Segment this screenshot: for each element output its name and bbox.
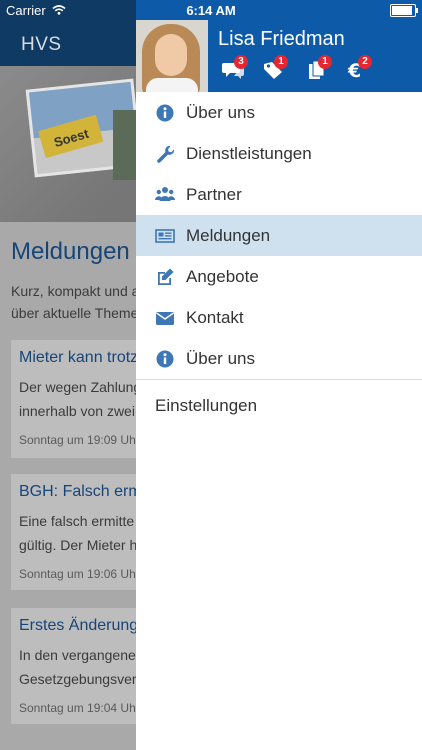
news-card[interactable]: Erstes Änderung In den vergangene Gesetz… [11,608,137,724]
info-icon [156,104,174,122]
menu-item-dienstleistungen[interactable]: Dienstleistungen [136,133,422,174]
menu-item-label: Angebote [186,267,259,286]
news-card-text: Der wegen Zahlung innerhalb von zwei [19,379,137,419]
info-icon [156,350,174,368]
news-card-date: Sonntag um 19:09 Uh [19,433,136,447]
status-bar: Carrier 6:14 AM [0,0,422,22]
news-card-title: BGH: Falsch erm [19,483,137,500]
news-card-text: Eine falsch ermitte gültig. Der Mieter h [19,513,137,553]
documents-badge: 1 [318,55,332,69]
battery-icon [390,4,418,17]
wrench-icon [157,145,175,163]
news-card-title: Mieter kann trotz [19,349,137,366]
page-heading: Meldungen [11,238,130,265]
payments-badge: 2 [358,55,372,69]
offers-badge: 1 [274,55,288,69]
menu-item-ueber-uns-2[interactable]: Über uns [136,338,422,379]
intro-text: Kurz, kompakt und a über aktuelle Theme [11,283,137,321]
menu-item-label: Partner [186,185,242,204]
news-card-date: Sonntag um 19:04 Uh [19,701,136,715]
menu-item-angebote[interactable]: Angebote [136,256,422,297]
newspaper-icon [155,229,175,243]
settings-label: Einstellungen [155,396,258,415]
messages-button[interactable]: 3 [222,55,248,82]
side-drawer: Lisa Friedman 3 1 1 € 2 Über uns Dienstl… [136,0,422,750]
news-card-date: Sonntag um 19:06 Uh [19,567,136,581]
messages-badge: 3 [234,55,248,69]
news-card[interactable]: BGH: Falsch erm Eine falsch ermitte gült… [11,474,137,590]
offers-button[interactable]: 1 [262,55,288,82]
users-icon [155,187,175,201]
menu-item-partner[interactable]: Partner [136,174,422,215]
status-time: 6:14 AM [186,3,236,18]
drawer-menu: Über uns Dienstleistungen Partner Meldun… [136,92,422,428]
menu-item-kontakt[interactable]: Kontakt [136,297,422,338]
news-card-title: Erstes Änderung [19,617,137,634]
edit-icon [158,268,174,285]
menu-item-label: Meldungen [186,226,271,245]
payments-button[interactable]: € 2 [346,55,372,82]
envelope-icon [156,312,174,325]
menu-item-label: Über uns [186,349,255,368]
news-card[interactable]: Mieter kann trotz Der wegen Zahlung inne… [11,340,137,458]
menu-item-label: Über uns [186,103,255,122]
documents-button[interactable]: 1 [306,55,332,82]
menu-item-label: Dienstleistungen [186,144,312,163]
menu-item-ueber-uns[interactable]: Über uns [136,92,422,133]
user-name[interactable]: Lisa Friedman [218,28,345,51]
menu-item-meldungen[interactable]: Meldungen [136,215,422,256]
app-title: HVS [21,34,62,55]
menu-item-label: Kontakt [186,308,244,327]
avatar[interactable] [136,20,208,92]
menu-item-einstellungen[interactable]: Einstellungen [136,380,422,428]
news-card-text: In den vergangene Gesetzgebungsver [19,647,137,687]
